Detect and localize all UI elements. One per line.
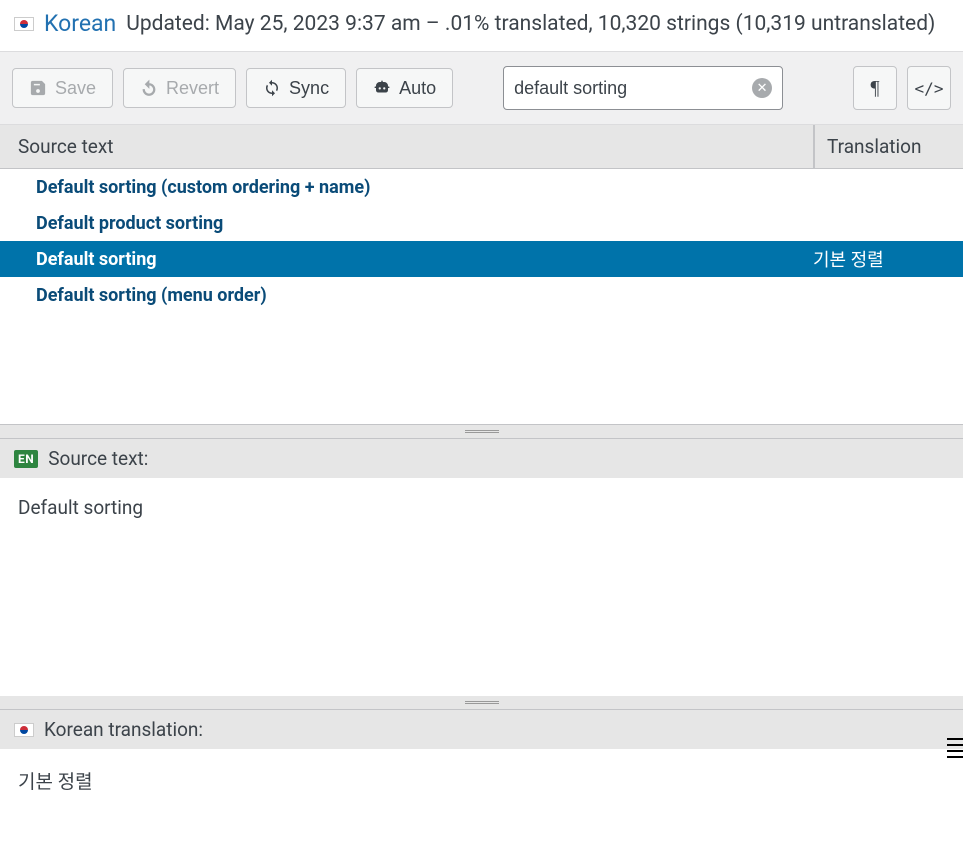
toolbar: Save Revert Sync Auto ✕ ¶ </> bbox=[0, 51, 963, 125]
page-header: Korean Updated: May 25, 2023 9:37 am – .… bbox=[0, 0, 963, 51]
sync-label: Sync bbox=[289, 79, 329, 97]
save-button[interactable]: Save bbox=[12, 68, 113, 108]
robot-icon bbox=[373, 79, 391, 97]
search-field[interactable]: ✕ bbox=[503, 66, 783, 110]
translation-panel-body[interactable]: 기본 정렬 bbox=[0, 749, 963, 812]
source-panel-label: Source text: bbox=[48, 447, 148, 470]
flag-kr-icon bbox=[14, 723, 34, 737]
save-icon bbox=[29, 79, 47, 97]
revert-label: Revert bbox=[166, 79, 219, 97]
auto-button[interactable]: Auto bbox=[356, 68, 453, 108]
table-row[interactable]: Default product sorting bbox=[0, 205, 963, 241]
source-panel-body: Default sorting bbox=[0, 478, 963, 696]
flag-kr-icon bbox=[14, 17, 34, 31]
table-row[interactable]: Default sorting (custom ordering + name) bbox=[0, 169, 963, 205]
column-headers: Source text Translation bbox=[0, 125, 963, 169]
row-source: Default sorting bbox=[36, 249, 813, 270]
row-translation: 기본 정렬 bbox=[813, 246, 945, 272]
en-badge: EN bbox=[14, 450, 38, 468]
code-icon: </> bbox=[915, 79, 944, 98]
sync-icon bbox=[263, 79, 281, 97]
drag-handle-icon bbox=[465, 430, 499, 433]
auto-label: Auto bbox=[399, 79, 436, 97]
table-row[interactable]: Default sorting (menu order) bbox=[0, 277, 963, 313]
resize-grip-icon[interactable] bbox=[947, 738, 963, 758]
translation-panel-header: Korean translation: bbox=[0, 710, 963, 749]
column-source[interactable]: Source text bbox=[0, 135, 813, 158]
row-source: Default sorting (menu order) bbox=[36, 285, 813, 306]
splitter-mid[interactable] bbox=[0, 696, 963, 710]
code-toggle[interactable]: </> bbox=[907, 66, 951, 110]
revert-icon bbox=[140, 79, 158, 97]
save-label: Save bbox=[55, 79, 96, 97]
translation-panel-label: Korean translation: bbox=[44, 718, 203, 741]
column-translation[interactable]: Translation bbox=[813, 125, 963, 168]
string-list: Default sorting (custom ordering + name)… bbox=[0, 169, 963, 313]
row-source: Default product sorting bbox=[36, 213, 813, 234]
list-padding bbox=[0, 313, 963, 425]
table-row[interactable]: Default sorting기본 정렬 bbox=[0, 241, 963, 277]
sync-button[interactable]: Sync bbox=[246, 68, 346, 108]
source-panel-header: EN Source text: bbox=[0, 439, 963, 478]
pilcrow-toggle[interactable]: ¶ bbox=[853, 66, 897, 110]
clear-search-icon[interactable]: ✕ bbox=[752, 78, 772, 98]
search-input[interactable] bbox=[514, 78, 752, 99]
header-info: Updated: May 25, 2023 9:37 am – .01% tra… bbox=[126, 12, 935, 36]
drag-handle-icon bbox=[465, 701, 499, 704]
language-name[interactable]: Korean bbox=[44, 10, 116, 37]
row-source: Default sorting (custom ordering + name) bbox=[36, 177, 813, 198]
pilcrow-icon: ¶ bbox=[870, 77, 879, 100]
splitter-top[interactable] bbox=[0, 425, 963, 439]
revert-button[interactable]: Revert bbox=[123, 68, 236, 108]
